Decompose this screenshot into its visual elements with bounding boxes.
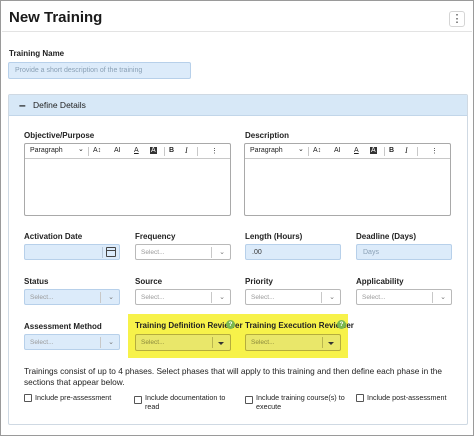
source-value: Select... — [141, 294, 165, 301]
objective-editor[interactable]: Paragraph ⌄ A↕ AI A A B I ⋮ — [24, 143, 231, 216]
source-label: Source — [135, 277, 163, 286]
priority-value: Select... — [251, 294, 275, 301]
definition-reviewer-value: Select... — [141, 339, 165, 346]
page-title: New Training — [9, 9, 103, 26]
font-size-icon[interactable]: A↕ — [313, 147, 321, 154]
training-course-label: Include training course(s) to execute — [256, 393, 345, 411]
dialog-header: New Training ⋮ — [2, 2, 472, 32]
length-input[interactable]: .00 — [245, 244, 341, 260]
activation-date-label: Activation Date — [24, 232, 83, 241]
training-name-input[interactable]: Provide a short description of the train… — [8, 62, 191, 79]
paragraph-select[interactable]: Paragraph — [250, 147, 283, 154]
status-select[interactable]: Select... ⌄ — [24, 289, 120, 305]
length-label: Length (Hours) — [245, 232, 303, 241]
help-icon[interactable]: ? — [226, 320, 235, 329]
chevron-down-icon: ⌄ — [219, 294, 225, 301]
bold-icon[interactable]: B — [169, 147, 174, 154]
editor-toolbar: Paragraph ⌄ A↕ AI A A B I ⋮ — [25, 144, 230, 159]
documentation-label: Include documentation to read — [145, 393, 226, 411]
italic-icon[interactable]: I — [185, 146, 188, 155]
chevron-down-icon: ⌄ — [329, 294, 335, 301]
source-select[interactable]: Select... ⌄ — [135, 289, 231, 305]
kebab-menu-icon[interactable]: ⋮ — [449, 11, 465, 27]
font-family-icon[interactable]: AI — [114, 147, 121, 154]
frequency-label: Frequency — [135, 232, 176, 241]
deadline-label: Deadline (Days) — [356, 232, 417, 241]
highlight-color-icon[interactable]: A — [150, 147, 157, 154]
calendar-icon[interactable] — [106, 247, 116, 257]
phases-description: Trainings consist of up to 4 phases. Sel… — [24, 366, 443, 387]
assessment-method-value: Select... — [30, 339, 54, 346]
chevron-down-icon[interactable]: ⌄ — [78, 145, 84, 153]
status-label: Status — [24, 277, 49, 286]
training-course-checkbox[interactable] — [245, 396, 253, 404]
bold-icon[interactable]: B — [389, 147, 394, 154]
more-options-icon[interactable]: ⋮ — [431, 147, 438, 155]
pre-assessment-checkbox[interactable] — [24, 394, 32, 402]
define-details-header[interactable]: – Define Details — [9, 95, 467, 116]
pre-assessment-label: Include pre-assessment — [35, 393, 112, 402]
chevron-down-icon[interactable]: ⌄ — [298, 145, 304, 153]
frequency-value: Select... — [141, 249, 165, 256]
highlight-color-icon[interactable]: A — [370, 147, 377, 154]
help-icon[interactable]: ? — [337, 320, 346, 329]
dropdown-arrow-icon — [218, 342, 224, 345]
text-color-icon[interactable]: A — [354, 147, 359, 154]
training-name-label: Training Name — [9, 49, 65, 58]
execution-reviewer-value: Select... — [251, 339, 275, 346]
text-color-icon[interactable]: A — [134, 147, 139, 154]
paragraph-select[interactable]: Paragraph — [30, 147, 63, 154]
applicability-label: Applicability — [356, 277, 404, 286]
assessment-method-label: Assessment Method — [24, 322, 102, 331]
chevron-down-icon: ⌄ — [440, 294, 446, 301]
collapse-icon[interactable]: – — [19, 98, 26, 112]
section-title: Define Details — [33, 100, 86, 110]
description-editor[interactable]: Paragraph ⌄ A↕ AI A A B I ⋮ — [244, 143, 451, 216]
italic-icon[interactable]: I — [405, 146, 408, 155]
post-assessment-label: Include post-assessment — [367, 393, 447, 402]
frequency-select[interactable]: Select... ⌄ — [135, 244, 231, 260]
chevron-down-icon: ⌄ — [219, 249, 225, 256]
definition-reviewer-select[interactable]: Select... — [135, 334, 231, 351]
font-size-icon[interactable]: A↕ — [93, 147, 101, 154]
chevron-down-icon: ⌄ — [108, 339, 114, 346]
priority-select[interactable]: Select... ⌄ — [245, 289, 341, 305]
font-family-icon[interactable]: AI — [334, 147, 341, 154]
activation-date-input[interactable] — [24, 244, 120, 260]
more-options-icon[interactable]: ⋮ — [211, 147, 218, 155]
execution-reviewer-select[interactable]: Select... — [245, 334, 341, 351]
applicability-select[interactable]: Select... ⌄ — [356, 289, 452, 305]
new-training-dialog: New Training ⋮ Training Name Provide a s… — [0, 0, 474, 436]
dropdown-arrow-icon — [328, 342, 334, 345]
documentation-checkbox[interactable] — [134, 396, 142, 404]
status-value: Select... — [30, 294, 54, 301]
priority-label: Priority — [245, 277, 274, 286]
objective-label: Objective/Purpose — [24, 131, 95, 140]
description-label: Description — [245, 131, 290, 140]
chevron-down-icon: ⌄ — [108, 294, 114, 301]
deadline-input[interactable]: Days — [356, 244, 452, 260]
applicability-value: Select... — [362, 294, 386, 301]
assessment-method-select[interactable]: Select... ⌄ — [24, 334, 120, 350]
post-assessment-checkbox[interactable] — [356, 394, 364, 402]
editor-toolbar: Paragraph ⌄ A↕ AI A A B I ⋮ — [245, 144, 450, 159]
